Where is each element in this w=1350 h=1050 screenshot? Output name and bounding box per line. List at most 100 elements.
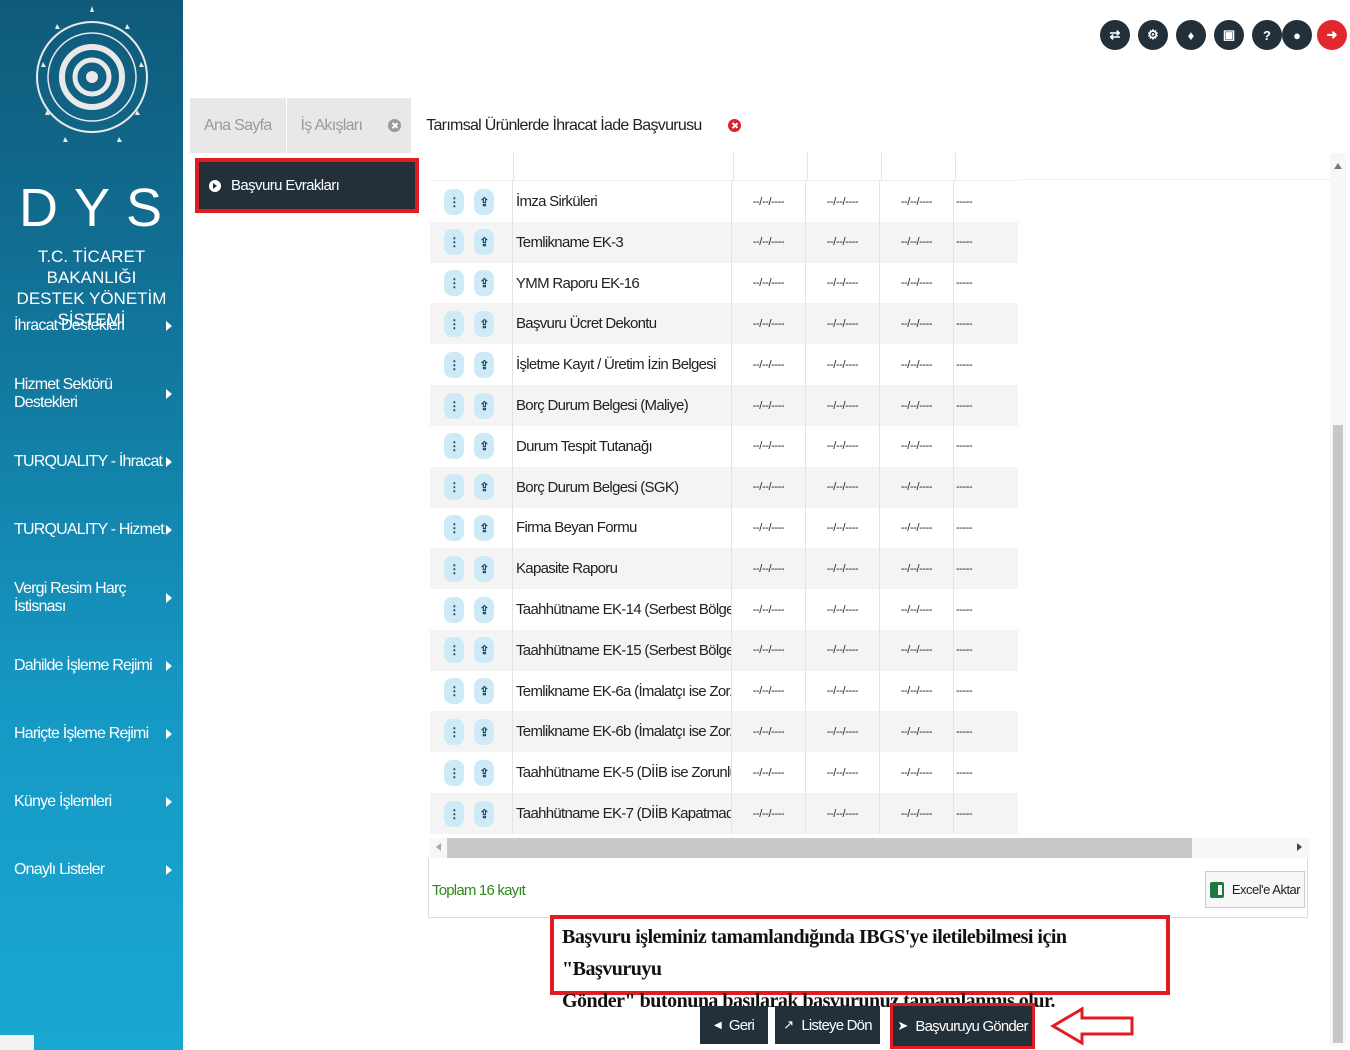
upload-icon[interactable]: ⇪ [474,433,494,460]
tab-workflows[interactable]: İş Akışları [286,98,413,153]
sidebar-item-turquality-hizmet[interactable]: TURQUALITY - Hizmet [14,518,174,542]
date-cell: --/--/---- [806,507,880,549]
more-options-icon[interactable]: ⋮ [444,392,464,419]
more-options-icon[interactable]: ⋮ [444,678,464,705]
upload-icon[interactable]: ⇪ [474,229,494,256]
table-row: ⋮ ⇪ Başvuru Ücret Dekontu --/--/---- --/--/-… [430,303,1018,345]
more-options-icon[interactable]: ⋮ [444,188,464,215]
sidebar-item-ihracat-destekleri[interactable]: İhracat Destekleri [14,314,174,338]
tab-home[interactable]: Ana Sayfa [190,98,287,153]
table-row: ⋮ ⇪ Taahhütname EK-14 (Serbest Bölge ... --… [430,589,1018,630]
gear-icon[interactable]: ⚙ [1138,20,1168,50]
sidebar-item-haricte-isleme[interactable]: Hariçte İşleme Rejimi [14,722,174,746]
export-excel-button[interactable]: Excel'e Aktar [1205,871,1305,908]
date-cell: --/--/---- [732,466,806,508]
sidebar-item-kunye-islemleri[interactable]: Künye İşlemleri [14,790,174,814]
upload-icon[interactable]: ⇪ [474,759,494,786]
submit-label: Başvuruyu Gönder [915,1017,1028,1035]
more-options-icon[interactable]: ⋮ [444,474,464,501]
more-options-icon[interactable]: ⋮ [444,555,464,582]
date-cell: --/--/---- [806,221,880,263]
document-name: Taahhütname EK-15 (Serbest Bölge ... [513,629,732,671]
status-cell: ----- [956,644,973,657]
submit-application-button[interactable]: ➤ Başvuruyu Gönder [893,1006,1032,1046]
more-options-icon[interactable]: ⋮ [444,596,464,623]
back-to-list-button[interactable]: ↗ Listeye Dön [775,1006,880,1044]
upload-icon[interactable]: ⇪ [474,555,494,582]
sidebar-item-vergi-resim[interactable]: Vergi Resim Harç İstisnası [14,580,174,615]
more-options-icon[interactable]: ⋮ [444,800,464,827]
back-button[interactable]: ◀ Geri [700,1006,768,1044]
upload-icon[interactable]: ⇪ [474,514,494,541]
row-actions: ⋮ ⇪ [430,262,513,304]
more-options-icon[interactable]: ⋮ [444,310,464,337]
sidebar-item-onayli-listeler[interactable]: Onaylı Listeler [14,858,174,882]
upload-icon[interactable]: ⇪ [474,718,494,745]
sidebar-item-label: İhracat Destekleri [14,317,125,334]
status-cell: ----- [956,440,973,453]
upload-icon[interactable]: ⇪ [474,310,494,337]
date-cell: --/--/---- [806,385,880,426]
sidebar-item-hizmet-sektoru[interactable]: Hizmet Sektörü Destekleri [14,376,174,411]
upload-icon[interactable]: ⇪ [474,637,494,664]
upload-icon[interactable]: ⇪ [474,678,494,705]
sidebar-item-label: Hizmet Sektörü Destekleri [14,376,113,411]
date-cell: --/--/---- [732,711,806,753]
tab-bar: Ana Sayfa İş Akışları Tarımsal Ürünlerde… [190,98,752,153]
document-name: Temlikname EK-3 [513,221,732,263]
table-row: ⋮ ⇪ YMM Raporu EK-16 --/--/---- --/--/---- --… [430,262,1018,304]
document-name: Temlikname EK-6b (İmalatçı ise Zor... [513,711,732,753]
more-options-icon[interactable]: ⋮ [444,351,464,378]
document-name: Başvuru Ücret Dekontu [513,303,732,345]
tab-active-application[interactable]: Tarımsal Ürünlerde İhracat İade Başvurus… [412,98,752,153]
table-row: ⋮ ⇪ Taahhütname EK-15 (Serbest Bölge ... --… [430,629,1018,671]
caret-right-icon [166,525,172,535]
upload-icon[interactable]: ⇪ [474,270,494,297]
more-options-icon[interactable]: ⋮ [444,229,464,256]
help-icon[interactable]: ? [1252,20,1282,50]
date-cell: --/--/---- [880,221,954,263]
more-options-icon[interactable]: ⋮ [444,759,464,786]
scroll-up-icon[interactable] [1334,163,1342,169]
date-cell: --/--/---- [732,589,806,630]
sidebar-collapse-tab[interactable] [0,1035,34,1050]
sidebar-item-dahilde-isleme[interactable]: Dahilde İşleme Rejimi [14,654,174,678]
horizontal-scrollbar-thumb[interactable] [447,838,1192,858]
upload-icon[interactable]: ⇪ [474,474,494,501]
logout-icon[interactable]: ➜ [1317,20,1347,50]
user-icon[interactable]: ● [1282,20,1312,50]
more-options-icon[interactable]: ⋮ [444,270,464,297]
date-cell: --/--/---- [880,181,954,222]
more-options-icon[interactable]: ⋮ [444,514,464,541]
table-row: ⋮ ⇪ İmza Sirküleri --/--/---- --/--/---- --/-… [430,181,1018,222]
table-row: ⋮ ⇪ İşletme Kayıt / Üretim İzin Belgesi --/… [430,344,1018,386]
upload-icon[interactable]: ⇪ [474,800,494,827]
ministry-seal-logo [36,6,148,142]
swap-icon[interactable]: ⇄ [1100,20,1130,50]
upload-icon[interactable]: ⇪ [474,596,494,623]
section-basvuru-evraklari[interactable]: Başvuru Evrakları [195,158,419,213]
upload-icon[interactable]: ⇪ [474,392,494,419]
document-name: Taahhütname EK-14 (Serbest Bölge ... [513,589,732,630]
instruction-note: Başvuru işleminiz tamamlandığında IBGS'y… [550,915,1170,1012]
card-icon[interactable]: ▣ [1214,20,1244,50]
scroll-left-icon[interactable] [436,843,441,851]
document-name: Temlikname EK-6a (İmalatçı ise Zor... [513,670,732,712]
close-icon[interactable] [388,119,402,132]
status-cell: ----- [956,521,973,534]
date-cell: --/--/---- [732,303,806,345]
bell-icon[interactable]: ♦ [1176,20,1206,50]
upload-icon[interactable]: ⇪ [474,188,494,215]
close-icon[interactable] [727,119,741,132]
sidebar-item-turquality-ihracat[interactable]: TURQUALITY - İhracat [14,450,174,474]
vertical-scrollbar-thumb[interactable] [1333,425,1343,1043]
more-options-icon[interactable]: ⋮ [444,637,464,664]
date-cell: --/--/---- [880,711,954,753]
more-options-icon[interactable]: ⋮ [444,718,464,745]
date-cell: --/--/---- [806,548,880,590]
date-cell: --/--/---- [880,385,954,426]
upload-icon[interactable]: ⇪ [474,351,494,378]
more-options-icon[interactable]: ⋮ [444,433,464,460]
document-name: YMM Raporu EK-16 [513,262,732,304]
scroll-right-icon[interactable] [1297,843,1302,851]
